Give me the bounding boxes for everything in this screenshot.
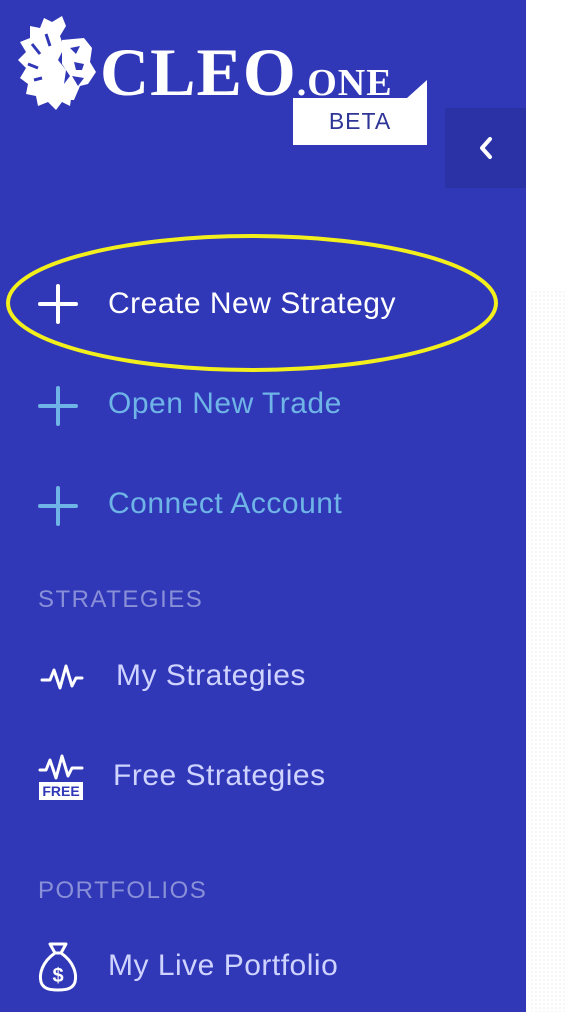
sidebar-item-my-strategies[interactable]: My Strategies	[0, 646, 526, 706]
collapse-sidebar-button[interactable]	[445, 108, 526, 188]
open-new-trade-button[interactable]: Open New Trade	[0, 374, 526, 434]
connect-account-label: Connect Account	[108, 487, 343, 520]
svg-text:$: $	[52, 965, 63, 987]
lion-logo-icon	[18, 16, 96, 110]
create-new-strategy-label: Create New Strategy	[108, 287, 396, 320]
sidebar-item-free-strategies[interactable]: FREE Free Strategies	[0, 746, 526, 806]
plus-icon	[38, 486, 78, 526]
sidebar-item-my-live-portfolio[interactable]: $ My Live Portfolio	[0, 936, 526, 996]
plus-icon	[38, 386, 78, 426]
connect-account-button[interactable]: Connect Account	[0, 474, 526, 534]
money-bag-icon: $	[38, 942, 78, 992]
create-new-strategy-button[interactable]: Create New Strategy	[0, 274, 526, 334]
free-strategies-label: Free Strategies	[113, 759, 326, 792]
chevron-left-icon	[479, 137, 492, 159]
beta-badge: BETA	[293, 80, 427, 145]
dotted-background	[530, 290, 565, 1012]
sidebar: CLEO.ONE BETA Create New Strategy Open N…	[0, 0, 526, 1012]
portfolios-section-header: PORTFOLIOS	[38, 877, 208, 904]
svg-text:FREE: FREE	[42, 783, 79, 799]
beta-label: BETA	[328, 108, 392, 134]
my-strategies-label: My Strategies	[116, 659, 306, 692]
brand-logo[interactable]: CLEO.ONE BETA	[18, 14, 438, 154]
main-content-area	[526, 0, 565, 1012]
open-new-trade-label: Open New Trade	[108, 387, 342, 420]
free-pulse-icon: FREE	[38, 754, 84, 800]
strategies-section-header: STRATEGIES	[38, 586, 204, 613]
plus-icon	[38, 284, 78, 324]
my-live-portfolio-label: My Live Portfolio	[108, 949, 339, 982]
pulse-icon	[40, 664, 84, 690]
